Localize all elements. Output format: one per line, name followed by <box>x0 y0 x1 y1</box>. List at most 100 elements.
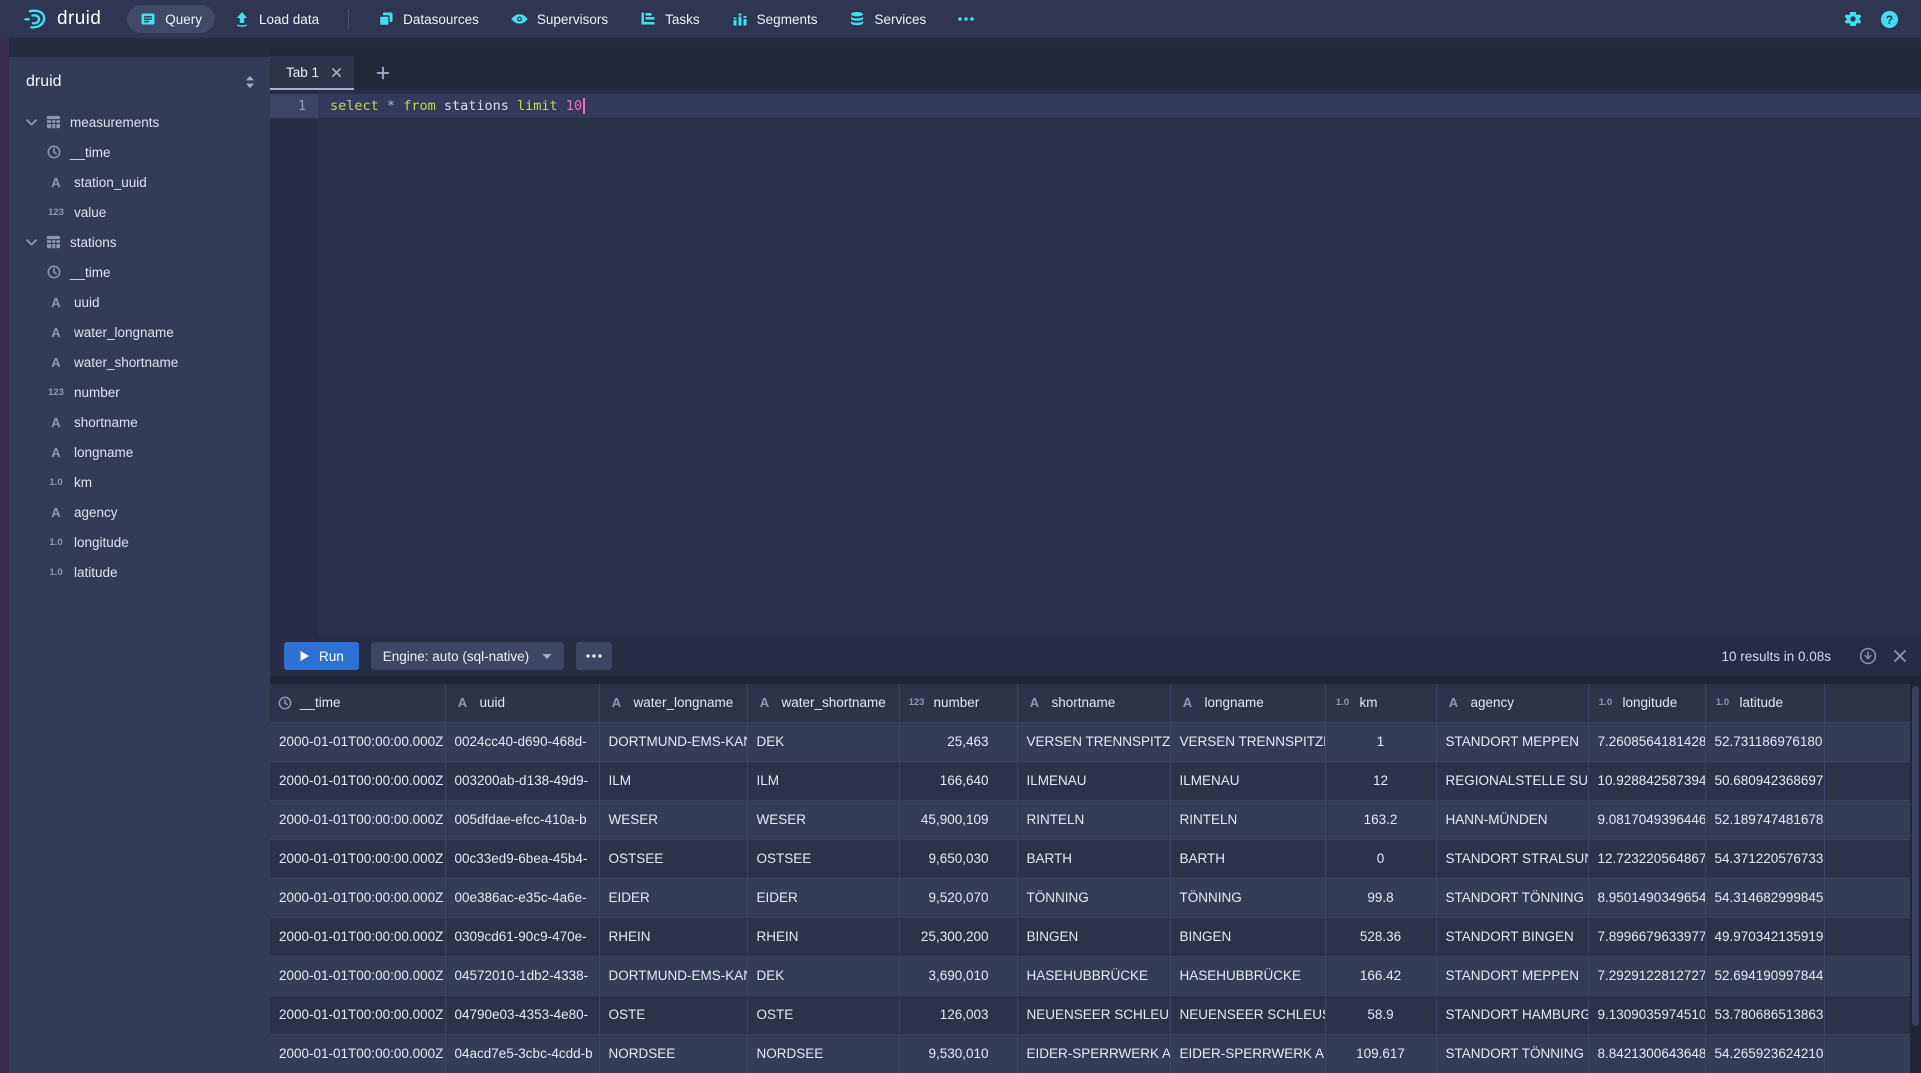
table-cell[interactable]: 54.314682999845 <box>1705 878 1824 917</box>
table-cell[interactable]: 10.928842587394 <box>1588 761 1705 800</box>
column-header-number[interactable]: 123number <box>899 684 1017 722</box>
table-cell[interactable]: 04acd7e5-3cbc-4cdd-b <box>445 1034 599 1073</box>
vertical-scrollbar[interactable] <box>1910 684 1921 1073</box>
table-cell[interactable]: EIDER-SPERRWERK AP <box>1170 1034 1325 1073</box>
table-cell[interactable]: STANDORT MEPPEN <box>1436 956 1588 995</box>
schema-selector[interactable]: druid <box>9 57 270 91</box>
table-cell[interactable]: OSTSEE <box>747 839 899 878</box>
table-cell[interactable]: 25,463 <box>899 722 1017 761</box>
tree-column-value[interactable]: 123value <box>9 197 270 227</box>
nav-item-segments[interactable]: Segments <box>719 5 831 33</box>
nav-item-query[interactable]: Query <box>127 5 215 33</box>
table-cell[interactable]: HANN-MÜNDEN <box>1436 800 1588 839</box>
table-cell[interactable]: 25,300,200 <box>899 917 1017 956</box>
table-cell[interactable]: DEK <box>747 722 899 761</box>
druid-logo[interactable]: druid <box>22 6 101 32</box>
table-cell[interactable]: 9,520,070 <box>899 878 1017 917</box>
tree-group-stations[interactable]: stations <box>9 227 270 257</box>
table-cell[interactable]: 2000-01-01T00:00:00.000Z <box>270 1034 445 1073</box>
table-cell[interactable]: ILMENAU <box>1170 761 1325 800</box>
table-cell[interactable]: NORDSEE <box>747 1034 899 1073</box>
table-cell[interactable]: STANDORT BINGEN <box>1436 917 1588 956</box>
tab-tab1[interactable]: Tab 1 <box>270 56 354 90</box>
tree-group-measurements[interactable]: measurements <box>9 107 270 137</box>
tree-column-station_uuid[interactable]: Astation_uuid <box>9 167 270 197</box>
table-cell[interactable]: 005dfdae-efcc-410a-b <box>445 800 599 839</box>
close-results-icon[interactable] <box>1893 649 1907 663</box>
table-cell[interactable]: 49.970342135919 <box>1705 917 1824 956</box>
table-cell[interactable]: DORTMUND-EMS-KANAL <box>599 956 747 995</box>
table-cell[interactable]: 8.9501490349654 <box>1588 878 1705 917</box>
engine-select-button[interactable]: Engine: auto (sql-native) <box>371 642 564 670</box>
column-header-longitude[interactable]: 1.0longitude <box>1588 684 1705 722</box>
table-cell[interactable]: STANDORT HAMBURG <box>1436 995 1588 1034</box>
table-cell[interactable]: OSTSEE <box>599 839 747 878</box>
table-cell[interactable]: 52.189747481678 <box>1705 800 1824 839</box>
table-cell[interactable]: 53.780686513863 <box>1705 995 1824 1034</box>
run-button[interactable]: Run <box>284 642 359 670</box>
table-cell[interactable]: 52.731186976180 <box>1705 722 1824 761</box>
table-cell[interactable]: 58.9 <box>1325 995 1436 1034</box>
table-cell[interactable]: 2000-01-01T00:00:00.000Z <box>270 995 445 1034</box>
table-cell[interactable]: OSTE <box>599 995 747 1034</box>
table-cell[interactable]: 45,900,109 <box>899 800 1017 839</box>
table-cell[interactable]: REGIONALSTELLE SUHL <box>1436 761 1588 800</box>
settings-gear-icon[interactable] <box>1844 10 1862 28</box>
tree-column-__time[interactable]: __time <box>9 257 270 287</box>
table-cell[interactable]: 99.8 <box>1325 878 1436 917</box>
nav-item-tasks[interactable]: Tasks <box>627 5 713 33</box>
column-header-shortname[interactable]: Ashortname <box>1017 684 1170 722</box>
table-cell[interactable]: BINGEN <box>1170 917 1325 956</box>
table-cell[interactable]: 2000-01-01T00:00:00.000Z <box>270 917 445 956</box>
sql-editor[interactable]: 1 select * from stations limit 10 <box>270 90 1921 636</box>
table-cell[interactable]: 0 <box>1325 839 1436 878</box>
tree-column-longitude[interactable]: 1.0longitude <box>9 527 270 557</box>
table-cell[interactable]: RHEIN <box>599 917 747 956</box>
tree-column-km[interactable]: 1.0km <box>9 467 270 497</box>
table-cell[interactable]: 1 <box>1325 722 1436 761</box>
table-cell[interactable]: RINTELN <box>1170 800 1325 839</box>
nav-item-services[interactable]: Services <box>836 5 939 33</box>
table-cell[interactable]: 8.8421300643648 <box>1588 1034 1705 1073</box>
table-cell[interactable]: 7.2608564181428 <box>1588 722 1705 761</box>
table-cell[interactable]: OSTE <box>747 995 899 1034</box>
table-cell[interactable]: 2000-01-01T00:00:00.000Z <box>270 839 445 878</box>
table-cell[interactable]: EIDER-SPERRWERK AP <box>1017 1034 1170 1073</box>
table-cell[interactable]: WESER <box>599 800 747 839</box>
tree-column-water_longname[interactable]: Awater_longname <box>9 317 270 347</box>
table-cell[interactable]: WESER <box>747 800 899 839</box>
table-cell[interactable]: 04572010-1db2-4338- <box>445 956 599 995</box>
table-cell[interactable]: STANDORT MEPPEN <box>1436 722 1588 761</box>
tree-column-latitude[interactable]: 1.0latitude <box>9 557 270 587</box>
table-cell[interactable]: 2000-01-01T00:00:00.000Z <box>270 878 445 917</box>
nav-item-datasources[interactable]: Datasources <box>365 5 492 33</box>
table-cell[interactable]: 54.265923624210 <box>1705 1034 1824 1073</box>
table-cell[interactable]: TÖNNING <box>1170 878 1325 917</box>
column-header-longname[interactable]: Alongname <box>1170 684 1325 722</box>
table-cell[interactable]: 2000-01-01T00:00:00.000Z <box>270 956 445 995</box>
table-cell[interactable]: STANDORT STRALSUND <box>1436 839 1588 878</box>
table-cell[interactable]: 00e386ac-e35c-4a6e- <box>445 878 599 917</box>
add-tab-button[interactable] <box>362 56 404 90</box>
table-cell[interactable]: 528.36 <box>1325 917 1436 956</box>
query-more-button[interactable] <box>576 642 612 670</box>
table-cell[interactable]: 7.2929122812727 <box>1588 956 1705 995</box>
column-header-agency[interactable]: Aagency <box>1436 684 1588 722</box>
table-cell[interactable]: RHEIN <box>747 917 899 956</box>
table-cell[interactable]: 9.1309035974510 <box>1588 995 1705 1034</box>
tree-column-__time[interactable]: __time <box>9 137 270 167</box>
download-results-icon[interactable] <box>1859 647 1877 665</box>
nav-item-load-data[interactable]: Load data <box>221 5 332 33</box>
tree-column-shortname[interactable]: Ashortname <box>9 407 270 437</box>
help-icon[interactable]: ? <box>1880 10 1899 29</box>
table-cell[interactable]: 2000-01-01T00:00:00.000Z <box>270 722 445 761</box>
column-header-uuid[interactable]: Auuid <box>445 684 599 722</box>
table-cell[interactable]: 12.723220564867 <box>1588 839 1705 878</box>
table-cell[interactable]: ILM <box>599 761 747 800</box>
table-cell[interactable]: NEUENSEER SCHLEUSE <box>1170 995 1325 1034</box>
table-cell[interactable]: 54.371220576733 <box>1705 839 1824 878</box>
table-cell[interactable]: VERSEN TRENNSPITZE <box>1017 722 1170 761</box>
table-cell[interactable]: HASEHUBBRÜCKE <box>1017 956 1170 995</box>
table-cell[interactable]: 9.0817049396446 <box>1588 800 1705 839</box>
sql-query-text[interactable]: select * from stations limit 10 <box>330 94 585 118</box>
